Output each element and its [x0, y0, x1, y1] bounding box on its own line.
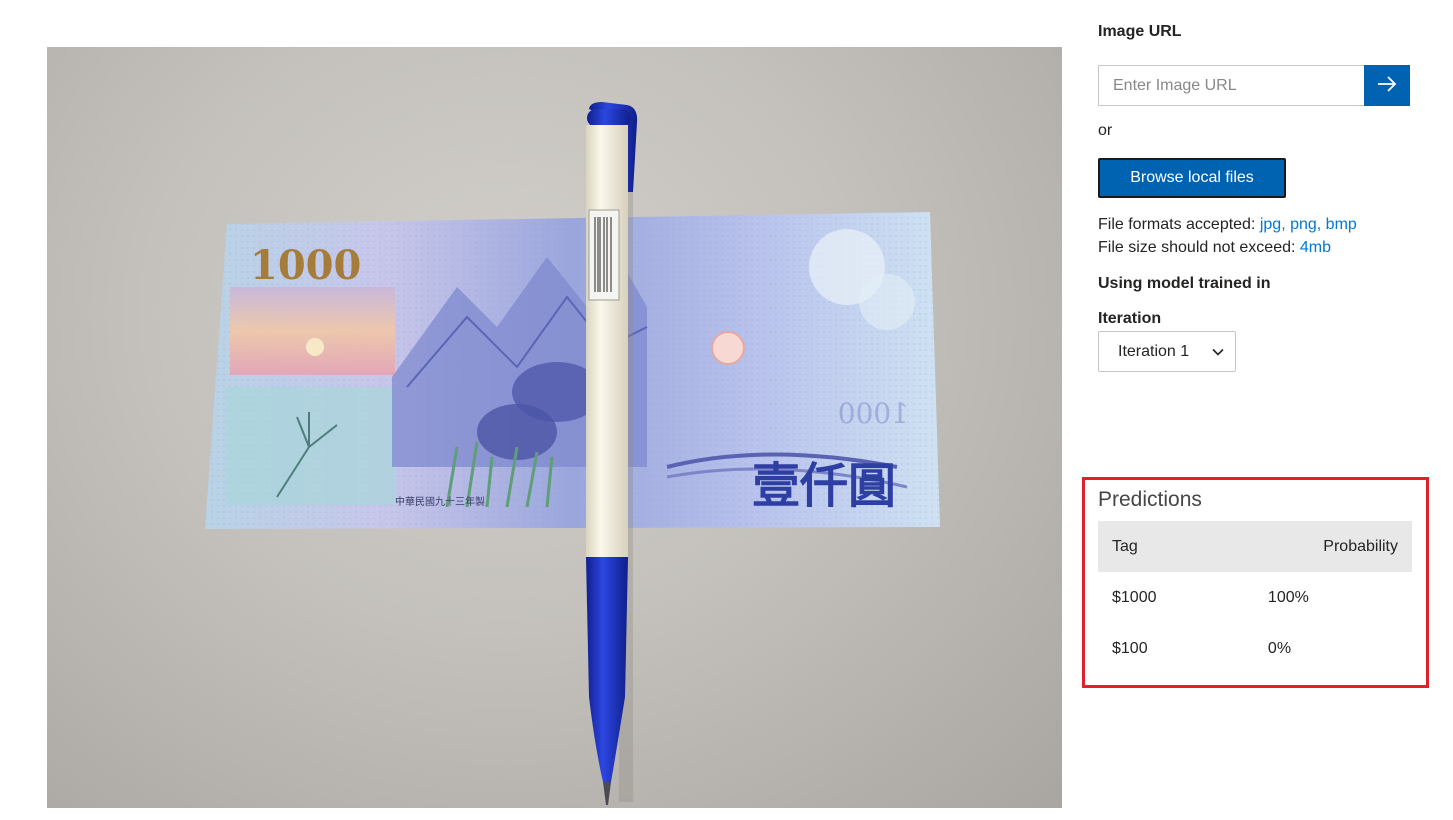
banknote-small-print: 中華民國九十三年製 — [395, 495, 485, 508]
probability-value: 0% — [1267, 639, 1292, 657]
banknote-mirror-numeral: 1000 — [838, 397, 909, 430]
table-header-row: Tag Probability — [1098, 521, 1412, 572]
or-separator: or — [1098, 122, 1113, 139]
file-formats-line: File formats accepted: jpg, png, bmp — [1098, 213, 1357, 236]
tag-column-header: Tag — [1098, 521, 1228, 572]
table-row: $100 0% — [1098, 623, 1412, 674]
predictions-title: Predictions — [1098, 488, 1202, 511]
file-size-line: File size should not exceed: 4mb — [1098, 236, 1357, 259]
custom-vision-quick-test: 1000 1000 壹仟圓 中華民國九十三年製 Image URL Enter … — [0, 0, 1453, 820]
arrow-right-icon — [1377, 75, 1397, 96]
banknote-numeral: 1000 — [250, 242, 361, 289]
probability-value: 100% — [1267, 588, 1309, 606]
iteration-label: Iteration — [1098, 310, 1162, 327]
submit-url-button[interactable] — [1364, 65, 1410, 106]
tag-cell: $100 — [1112, 639, 1148, 657]
probability-cell: 0% — [1228, 623, 1412, 674]
tag-cell: $1000 — [1112, 588, 1157, 606]
probability-cell: 100% — [1228, 572, 1412, 623]
file-size-value: 4mb — [1299, 239, 1332, 256]
predictions-panel: Predictions Tag Probability $1000 100% $… — [1082, 477, 1429, 688]
browse-local-files-button[interactable]: Browse local files — [1098, 158, 1286, 198]
probability-column-header: Probability — [1227, 521, 1412, 572]
test-image: 1000 1000 壹仟圓 中華民國九十三年製 — [47, 47, 1062, 808]
table-row: $1000 100% — [1098, 572, 1412, 623]
banknote-chinese-value: 壹仟圓 — [752, 458, 896, 514]
file-formats-label: File formats accepted: — [1098, 216, 1260, 233]
image-url-row — [1098, 65, 1410, 106]
iteration-dropdown[interactable]: Iteration 1 — [1098, 331, 1236, 372]
file-info: File formats accepted: jpg, png, bmp Fil… — [1098, 213, 1357, 259]
image-url-input[interactable] — [1098, 65, 1364, 106]
predictions-table: Tag Probability $1000 100% $100 0% — [1098, 521, 1412, 674]
model-label: Using model trained in — [1098, 275, 1271, 292]
iteration-selected-value: Iteration 1 — [1118, 342, 1190, 360]
file-formats-value: jpg, png, bmp — [1259, 216, 1357, 233]
banknote: 1000 1000 壹仟圓 中華民國九十三年製 — [205, 212, 940, 529]
image-url-label: Image URL — [1098, 23, 1182, 40]
file-size-label: File size should not exceed: — [1098, 239, 1300, 256]
chevron-down-icon — [1211, 345, 1225, 364]
